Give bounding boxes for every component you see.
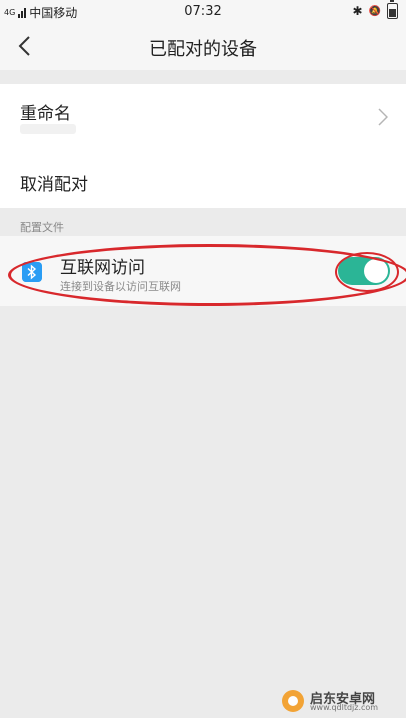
phone-screen: 4G 中国移动 07:32 ✱ 🔕 已配对的设备 重命名 取消配对 配置文件 互… <box>0 0 406 718</box>
status-bar: 4G 中国移动 07:32 ✱ 🔕 <box>0 0 406 24</box>
rename-row[interactable]: 重命名 <box>0 84 406 150</box>
device-settings-card: 重命名 取消配对 <box>0 84 406 208</box>
watermark-logo-icon <box>282 690 304 712</box>
rename-label: 重命名 <box>20 104 71 124</box>
internet-access-toggle[interactable] <box>338 257 390 285</box>
bluetooth-status-icon: ✱ <box>352 4 363 18</box>
mute-icon: 🔕 <box>368 5 381 17</box>
device-name-blurred <box>20 124 76 134</box>
page-title: 已配对的设备 <box>149 39 257 60</box>
toggle-knob <box>364 259 388 283</box>
app-header: 已配对的设备 <box>0 24 406 70</box>
unpair-label: 取消配对 <box>20 175 88 195</box>
status-bar-right: ✱ 🔕 <box>352 0 398 19</box>
chevron-right-icon <box>378 108 388 126</box>
internet-access-description: 连接到设备以访问互联网 <box>60 280 181 293</box>
internet-access-label: 互联网访问 <box>60 258 145 278</box>
profiles-section-header: 配置文件 <box>0 208 406 236</box>
bluetooth-icon <box>22 262 42 282</box>
spacer <box>0 70 406 84</box>
watermark: 启东安卓网 www.qdltdjz.com <box>282 688 400 714</box>
battery-icon <box>387 0 398 19</box>
unpair-row[interactable]: 取消配对 <box>0 162 406 202</box>
clock: 07:32 <box>184 4 222 19</box>
watermark-url: www.qdltdjz.com <box>310 703 379 712</box>
section-title: 配置文件 <box>20 221 64 234</box>
